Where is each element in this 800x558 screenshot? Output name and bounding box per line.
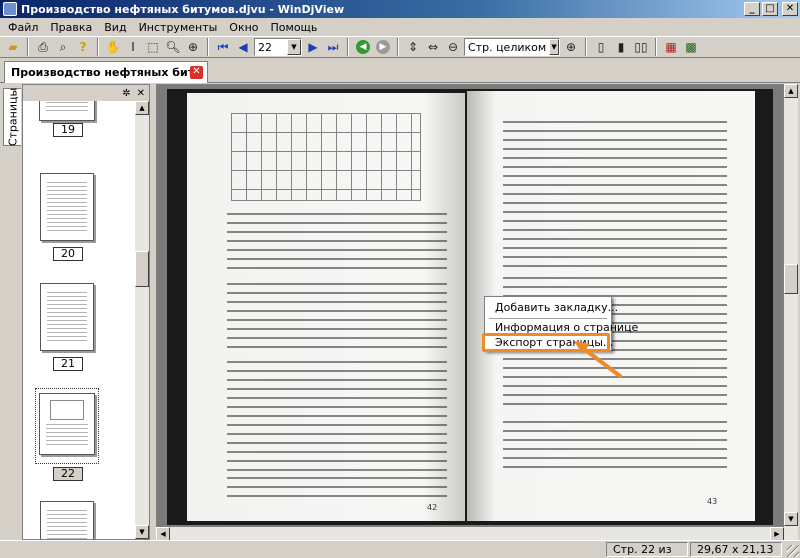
viewer-horizontal-scrollbar[interactable]: ◀ ▶ — [156, 526, 784, 541]
display-mode-icon[interactable]: ▦ — [662, 38, 680, 56]
tab-pages-label: Страницы — [6, 87, 19, 147]
menu-separator — [489, 318, 607, 319]
open-folder-icon[interactable]: ▰ — [4, 38, 22, 56]
scroll-down-icon[interactable]: ▼ — [784, 512, 798, 526]
document-tab-strip: Производство нефтяных битумов.djvu ✕ — [0, 59, 800, 83]
thumbnail-label: 20 — [53, 247, 83, 261]
page-number-value: 22 — [258, 40, 272, 54]
scroll-up-icon[interactable]: ▲ — [135, 101, 149, 115]
zoom-out-icon[interactable]: ⊖ — [444, 38, 462, 56]
toolbar: ▰ ⎙ ⌕ ? ✋ I ⬚ 🔍︎ ⊕ ⏮ ◀ 22 ▼ ▶ ⏭ ◀ ▶ ⇕ ⇔ … — [0, 36, 800, 58]
panel-header: ✲ ✕ — [23, 85, 149, 101]
menu-item-add-bookmark[interactable]: Добавить закладку... — [495, 300, 618, 316]
find-icon[interactable]: ⌕ — [54, 38, 72, 56]
document-tab[interactable]: Производство нефтяных битумов.djvu ✕ — [4, 61, 208, 83]
menu-tools[interactable]: Инструменты — [133, 21, 224, 34]
thumbnail-list: 19 20 21 22 — [23, 101, 135, 539]
thumbnail-label-selected: 22 — [53, 467, 83, 481]
last-page-icon[interactable]: ⏭ — [324, 38, 342, 56]
page-number-combo[interactable]: 22 ▼ — [254, 38, 302, 56]
menu-view[interactable]: Вид — [98, 21, 132, 34]
chevron-down-icon[interactable]: ▼ — [549, 39, 559, 55]
status-bar: Стр. 22 из 51 29,67 x 21,13 см — [0, 540, 800, 558]
print-icon[interactable]: ⎙ — [34, 38, 52, 56]
continuous-page-icon[interactable]: ▮ — [612, 38, 630, 56]
rotate-icon[interactable]: ▩ — [682, 38, 700, 56]
thumbnails-panel: ✲ ✕ 19 20 21 22 ▲ ▼ — [22, 84, 150, 540]
pointer-arrow-icon — [574, 341, 622, 378]
thumbnail-page[interactable] — [40, 283, 94, 351]
document-tab-label: Производство нефтяных битумов.djvu — [11, 66, 190, 79]
tab-pages[interactable]: Страницы — [3, 88, 21, 146]
menu-file[interactable]: Файл — [2, 21, 44, 34]
menu-help[interactable]: Помощь — [265, 21, 324, 34]
left-page-text — [227, 361, 447, 471]
side-tab-strip: Страницы — [0, 84, 22, 540]
select-text-icon[interactable]: I — [124, 38, 142, 56]
thumbnail-page[interactable] — [39, 101, 95, 121]
scroll-thumb[interactable] — [135, 251, 149, 287]
back-icon[interactable]: ◀ — [356, 40, 370, 54]
process-diagram — [231, 113, 421, 201]
scroll-down-icon[interactable]: ▼ — [135, 525, 149, 539]
chevron-down-icon[interactable]: ▼ — [287, 39, 301, 55]
window-title: Производство нефтяных битумов.djvu - Win… — [21, 2, 345, 16]
left-page-text — [227, 213, 447, 273]
menu-bar: Файл Правка Вид Инструменты Окно Помощь — [0, 18, 800, 36]
first-page-icon[interactable]: ⏮ — [214, 38, 232, 56]
scroll-left-icon[interactable]: ◀ — [156, 527, 170, 541]
hand-tool-icon[interactable]: ✋ — [104, 38, 122, 56]
help-icon[interactable]: ? — [74, 38, 92, 56]
zoom-value: Стр. целиком — [468, 40, 547, 54]
viewer-vertical-scrollbar[interactable]: ▲ ▼ — [784, 84, 798, 540]
thumbnail-page[interactable] — [40, 173, 94, 241]
right-page-number: 43 — [707, 497, 718, 506]
app-icon — [3, 2, 17, 16]
menu-window[interactable]: Окно — [223, 21, 264, 34]
menu-edit[interactable]: Правка — [44, 21, 98, 34]
zoom-rect-icon[interactable]: ⊕ — [184, 38, 202, 56]
close-tab-icon[interactable]: ✕ — [190, 66, 203, 79]
next-page-icon[interactable]: ▶ — [304, 38, 322, 56]
scroll-thumb[interactable] — [784, 264, 798, 294]
single-page-icon[interactable]: ▯ — [592, 38, 610, 56]
panel-settings-icon[interactable]: ✲ — [122, 88, 130, 99]
left-page-number: 42 — [427, 503, 438, 512]
minimize-button[interactable]: _ — [744, 2, 760, 16]
fit-page-height-icon[interactable]: ⇕ — [404, 38, 422, 56]
left-page-text — [227, 283, 447, 353]
thumbnail-page[interactable] — [40, 501, 94, 539]
scroll-up-icon[interactable]: ▲ — [784, 84, 798, 98]
zoom-combo[interactable]: Стр. целиком ▼ — [464, 38, 560, 56]
right-page-text — [503, 121, 727, 271]
close-window-button[interactable]: ✕ — [782, 2, 798, 16]
maximize-button[interactable]: □ — [762, 2, 778, 16]
left-page: 42 — [187, 93, 465, 521]
scroll-right-icon[interactable]: ▶ — [770, 527, 784, 541]
facing-pages-icon[interactable]: ▯▯ — [632, 38, 650, 56]
zoom-in-icon[interactable]: ⊕ — [562, 38, 580, 56]
document-viewer[interactable]: 42 43 — [156, 84, 784, 540]
left-page-text — [227, 477, 447, 499]
scanned-spread: 42 43 — [167, 89, 773, 525]
title-bar: Производство нефтяных битумов.djvu - Win… — [0, 0, 800, 18]
thumbnail-scrollbar[interactable]: ▲ ▼ — [135, 101, 149, 539]
previous-page-icon[interactable]: ◀ — [234, 38, 252, 56]
status-page-size: 29,67 x 21,13 см — [690, 542, 782, 558]
thumbnail-label: 19 — [53, 123, 83, 137]
thumbnail-page-selected[interactable] — [39, 393, 95, 455]
zoom-icon[interactable]: 🔍︎ — [164, 38, 182, 56]
forward-icon[interactable]: ▶ — [376, 40, 390, 54]
fit-width-icon[interactable]: ⇔ — [424, 38, 442, 56]
thumbnail-label: 21 — [53, 357, 83, 371]
panel-close-icon[interactable]: ✕ — [137, 88, 145, 99]
resize-grip-icon[interactable] — [787, 545, 799, 557]
status-page-info: Стр. 22 из 51 — [606, 542, 688, 558]
select-rect-icon[interactable]: ⬚ — [144, 38, 162, 56]
right-page-text — [503, 421, 727, 471]
